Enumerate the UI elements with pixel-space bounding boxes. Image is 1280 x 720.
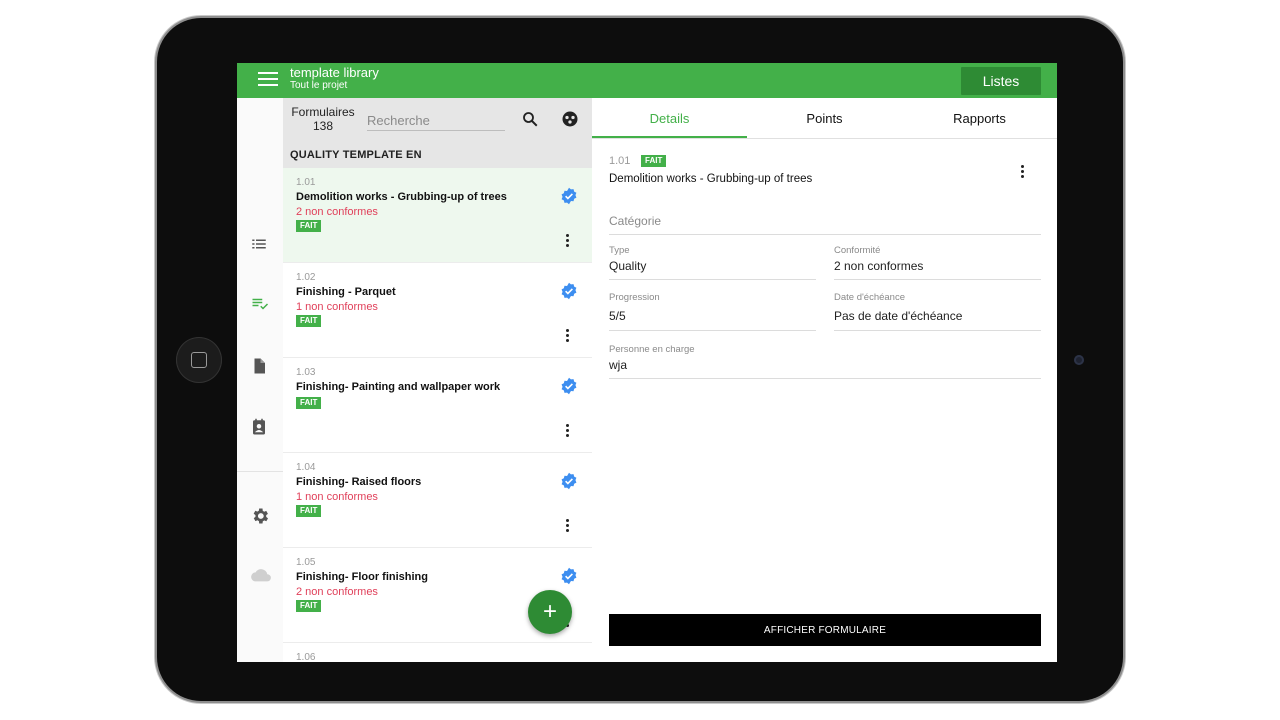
forms-label: Formulaires: [291, 105, 355, 119]
detail-tabs: Details Points Rapports: [592, 98, 1057, 139]
type-label: Type: [609, 245, 630, 256]
category-field[interactable]: Catégorie: [609, 211, 1041, 235]
echeance-label: Date d'échéance: [834, 292, 906, 303]
nav-rail: [237, 98, 284, 662]
item-number: 1.04: [296, 462, 316, 473]
item-number: 1.02: [296, 272, 316, 283]
item-nonconform: 2 non conformes: [296, 586, 378, 598]
detail-more-icon[interactable]: [1021, 165, 1024, 180]
home-square-icon: [191, 352, 207, 368]
echeance-field[interactable]: Date d'échéance Pas de date d'échéance: [834, 292, 1041, 331]
app-screen: template library Tout le projet Listes F…: [237, 63, 1057, 662]
personne-label: Personne en charge: [609, 344, 695, 355]
home-button[interactable]: [176, 337, 222, 383]
item-name: Finishing- Painting and wallpaper work: [296, 381, 501, 393]
verified-check-icon: [561, 187, 577, 205]
item-nonconform: 2 non conformes: [296, 206, 378, 218]
tab-rapports[interactable]: Rapports: [902, 98, 1057, 138]
hamburger-menu-icon[interactable]: [258, 72, 278, 88]
listes-button[interactable]: Listes: [961, 67, 1041, 95]
progression-label: Progression: [609, 292, 660, 303]
active-tab-indicator: [592, 136, 747, 138]
app-bar: template library Tout le projet Listes: [237, 63, 1057, 98]
conformite-field: Conformité 2 non conformes: [834, 245, 1041, 280]
gear-icon[interactable]: [250, 506, 270, 526]
search-icon[interactable]: [521, 110, 539, 128]
add-form-button[interactable]: +: [528, 590, 572, 634]
type-field: Type Quality: [609, 245, 816, 280]
item-number: 1.06: [296, 652, 316, 662]
item-number: 1.01: [296, 177, 316, 188]
tab-details[interactable]: Details: [592, 98, 747, 138]
type-value: Quality: [609, 259, 647, 273]
list-item[interactable]: 1.04 Finishing- Raised floors 1 non conf…: [283, 453, 592, 548]
progression-field: Progression 5/5: [609, 292, 816, 331]
forms-list-panel: Formulaires 138 QUALITY TEMPLATE EN 1.01…: [283, 98, 593, 662]
list-item[interactable]: 1.01 Demolition works - Grubbing-up of t…: [283, 168, 592, 263]
item-nonconform: 1 non conformes: [296, 491, 378, 503]
list-icon[interactable]: [250, 235, 268, 253]
detail-number: 1.01: [609, 155, 631, 167]
verified-check-icon: [561, 377, 577, 395]
item-name: Finishing- Floor finishing: [296, 571, 428, 583]
item-more-icon[interactable]: [566, 329, 570, 344]
item-number: 1.05: [296, 557, 316, 568]
item-name: Finishing- Raised floors: [296, 476, 422, 488]
detail-name: Demolition works - Grubbing-up of trees: [609, 173, 813, 185]
list-item[interactable]: 1.03 Finishing- Painting and wallpaper w…: [283, 358, 592, 453]
contact-icon[interactable]: [250, 417, 268, 437]
rail-divider: [237, 471, 283, 472]
list-item[interactable]: 1.06: [283, 643, 592, 662]
status-badge: FAIT: [296, 600, 322, 612]
document-icon[interactable]: [250, 356, 268, 376]
item-nonconform: 1 non conformes: [296, 301, 378, 313]
item-name: Demolition works - Grubbing-up of trees: [296, 191, 507, 203]
verified-check-icon: [561, 567, 577, 585]
afficher-formulaire-button[interactable]: AFFICHER FORMULAIRE: [609, 614, 1041, 646]
conformite-value: 2 non conformes: [834, 259, 924, 273]
search-input[interactable]: [367, 110, 505, 131]
item-number: 1.03: [296, 367, 316, 378]
progression-value: 5/5: [609, 309, 626, 323]
status-badge: FAIT: [296, 220, 322, 232]
item-more-icon[interactable]: [566, 424, 570, 439]
verified-check-icon: [561, 472, 577, 490]
conformite-label: Conformité: [834, 245, 881, 256]
forms-count-value: 138: [312, 119, 334, 133]
detail-panel: Details Points Rapports 1.01 FAIT Demoli…: [592, 98, 1057, 662]
list-item[interactable]: 1.02 Finishing - Parquet 1 non conformes…: [283, 263, 592, 358]
personne-field[interactable]: Personne en charge wja: [609, 344, 1041, 379]
cloud-icon[interactable]: [250, 567, 272, 585]
category-label: Catégorie: [609, 214, 662, 228]
section-title: QUALITY TEMPLATE EN: [290, 149, 422, 161]
detail-status-badge: FAIT: [641, 155, 667, 167]
status-badge: FAIT: [296, 505, 322, 517]
status-badge: FAIT: [296, 397, 322, 409]
status-badge: FAIT: [296, 315, 322, 327]
tab-points[interactable]: Points: [747, 98, 902, 138]
forms-count: Formulaires 138: [290, 105, 356, 133]
forms-list: 1.01 Demolition works - Grubbing-up of t…: [283, 168, 592, 662]
item-more-icon[interactable]: [566, 519, 570, 534]
app-title: template library: [290, 65, 379, 80]
checklist-icon[interactable]: [250, 295, 270, 313]
echeance-value: Pas de date d'échéance: [834, 309, 963, 323]
list-header: Formulaires 138 QUALITY TEMPLATE EN: [283, 98, 592, 168]
item-more-icon[interactable]: [566, 234, 570, 249]
app-subtitle: Tout le projet: [290, 80, 348, 91]
personne-value: wja: [609, 358, 628, 372]
group-filter-icon[interactable]: [561, 110, 579, 128]
camera: [1074, 355, 1084, 365]
verified-check-icon: [561, 282, 577, 300]
item-name: Finishing - Parquet: [296, 286, 396, 298]
